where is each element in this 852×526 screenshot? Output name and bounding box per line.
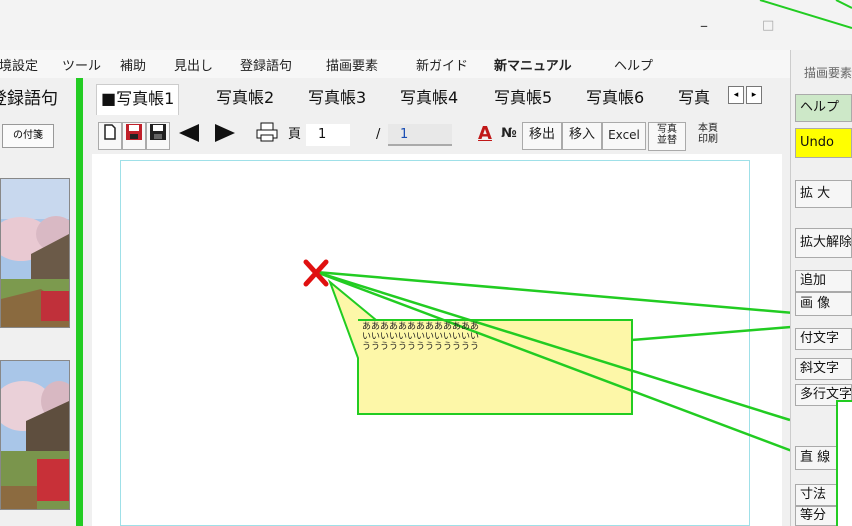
add-button[interactable]: 追加 <box>795 270 852 292</box>
leader-line-1 <box>315 270 852 320</box>
callout-line-2: いいいいいいいいいいいいい <box>362 332 480 342</box>
callout-line-3: ううううううううううううう <box>362 342 480 352</box>
callout-text[interactable]: あああああああああああああ いいいいいいいいいいいいい うううううううううううう… <box>362 322 479 352</box>
leader-line-top-2 <box>835 0 852 9</box>
undo-button[interactable]: Undo <box>795 128 852 158</box>
leader-line-top <box>759 0 852 29</box>
slanted-text-button[interactable]: 斜文字 <box>795 358 852 380</box>
callout-line-1: あああああああああああああ <box>362 322 480 332</box>
image-button[interactable]: 画 像 <box>795 292 852 316</box>
attach-text-button[interactable]: 付文字 <box>795 328 852 350</box>
callout-balloon-partial <box>836 400 852 526</box>
right-panel-header: 描画要素 <box>804 66 852 80</box>
help-button[interactable]: ヘルプ <box>795 94 852 122</box>
zoom-reset-button[interactable]: 拡大解除 <box>795 228 852 258</box>
zoom-button[interactable]: 拡 大 <box>795 180 852 208</box>
drawing-layer <box>303 0 852 468</box>
